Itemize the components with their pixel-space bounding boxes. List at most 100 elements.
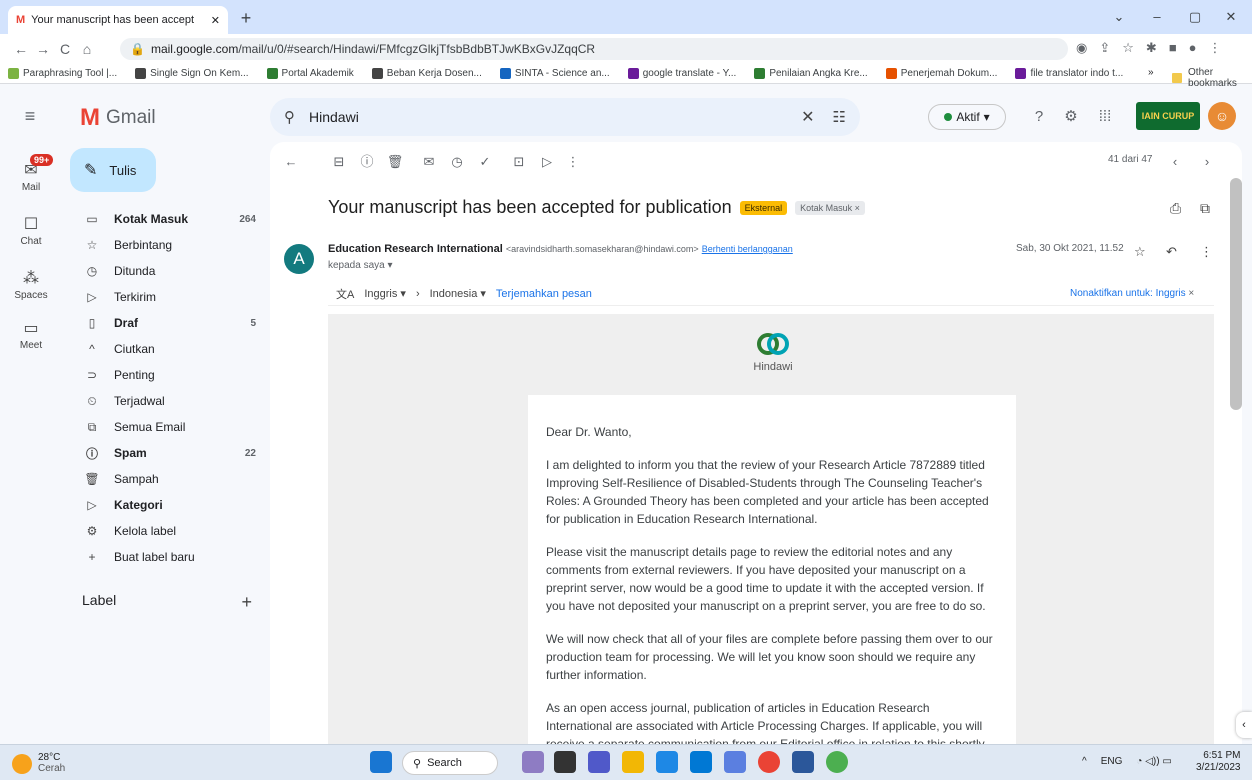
older-icon[interactable]: › <box>1196 152 1218 172</box>
disable-translate-link[interactable]: Nonaktifkan untuk: Inggris × <box>1070 288 1194 299</box>
gmail-logo[interactable]: M Gmail <box>80 104 156 132</box>
rail-mail[interactable]: ✉ Mail <box>0 160 62 193</box>
rail-spaces[interactable]: ⁂ Spaces <box>0 268 62 301</box>
edge-icon[interactable] <box>656 751 678 773</box>
new-tab-button[interactable]: + <box>234 8 258 30</box>
label-icon[interactable]: ▷ <box>536 152 558 172</box>
teams-chat-icon[interactable] <box>588 751 610 773</box>
report-spam-icon[interactable]: ⓘ <box>356 152 378 172</box>
sidebar-item-snoozed[interactable]: ◷ Ditunda <box>70 258 262 284</box>
back-to-list-icon[interactable]: ← <box>280 152 302 172</box>
rail-chat[interactable]: ☐ Chat <box>0 214 62 247</box>
taskbar-search[interactable]: ⚲ Search <box>402 751 498 775</box>
open-new-window-icon[interactable]: ⧉ <box>1200 200 1210 217</box>
sender-name[interactable]: Education Research International <box>328 243 503 255</box>
account-avatar[interactable]: ☺ <box>1208 102 1236 130</box>
search-icon[interactable]: ⚲ <box>284 108 295 126</box>
weather-widget[interactable]: 28°C Cerah <box>38 752 65 774</box>
organization-logo[interactable]: IAIN CURUP <box>1136 102 1200 130</box>
target-language-select[interactable]: Indonesia ▾ <box>430 287 486 300</box>
browser-menu-icon[interactable]: ⋮ <box>1209 40 1222 56</box>
forward-icon[interactable]: → <box>32 41 54 57</box>
share-icon[interactable]: ⇪ <box>1099 40 1110 56</box>
sidebar-item-collapse[interactable]: ^ Ciutkan <box>70 336 262 362</box>
bookmark-item[interactable]: Paraphrasing Tool |... <box>8 68 117 79</box>
reply-icon[interactable]: ↶ <box>1166 244 1177 260</box>
more-bookmarks-button[interactable]: » <box>1148 67 1154 78</box>
close-translate-icon[interactable]: × <box>1188 288 1194 299</box>
add-label-button[interactable]: + <box>241 592 252 613</box>
task-view-icon[interactable] <box>522 751 544 773</box>
sender-avatar[interactable]: A <box>284 244 314 274</box>
file-explorer-icon[interactable] <box>622 751 644 773</box>
settings-gear-icon[interactable]: ⚙ <box>1060 106 1082 128</box>
snooze-icon[interactable]: ◷ <box>446 152 468 172</box>
bookmark-item[interactable]: Penerjemah Dokum... <box>885 68 997 79</box>
sidebar-item-new-label[interactable]: + Buat label baru <box>70 544 262 570</box>
sidebar-item-trash[interactable]: 🗑 Sampah <box>70 466 262 492</box>
tray-overflow-icon[interactable]: ^ <box>1082 756 1087 767</box>
back-icon[interactable]: ← <box>10 41 32 57</box>
inbox-label-chip[interactable]: Kotak Masuk × <box>795 200 865 215</box>
translate-message-link[interactable]: Terjemahkan pesan <box>496 288 592 300</box>
star-icon[interactable]: ☆ <box>1122 40 1134 56</box>
add-task-icon[interactable]: ✓ <box>474 152 496 172</box>
newer-icon[interactable]: ‹ <box>1164 152 1186 172</box>
clear-search-icon[interactable]: ✕ <box>801 107 814 127</box>
recipient-details[interactable]: kepada saya ▾ <box>328 260 393 271</box>
home-icon[interactable]: ⌂ <box>76 41 98 57</box>
maximize-button[interactable]: ▢ <box>1180 6 1210 28</box>
bookmark-item[interactable]: Penilaian Angka Kre... <box>754 68 868 79</box>
search-input[interactable]: Hindawi <box>309 109 801 125</box>
url-field[interactable]: 🔒 mail.google.com/mail/u/0/#search/Hinda… <box>120 38 1068 60</box>
bookmark-item[interactable]: SINTA - Science an... <box>499 68 610 79</box>
help-icon[interactable]: ? <box>1028 106 1050 128</box>
sidebar-item-all-mail[interactable]: ⧉ Semua Email <box>70 414 262 440</box>
sidebar-item-important[interactable]: ⊃ Penting <box>70 362 262 388</box>
extensions-icon[interactable]: ✱ <box>1146 40 1157 56</box>
apps-grid-icon[interactable]: ⁞⁞⁞ <box>1094 106 1116 128</box>
clock[interactable]: 6:51 PM 3/21/2023 <box>1196 750 1241 774</box>
windows-start-icon[interactable] <box>370 751 392 773</box>
sidebar-item-inbox[interactable]: ▭ Kotak Masuk 264 <box>70 206 262 232</box>
more-options-icon[interactable]: ⋮ <box>1200 244 1213 260</box>
bookmark-item[interactable]: Beban Kerja Dosen... <box>371 68 482 79</box>
minimize-button[interactable]: – <box>1142 6 1172 28</box>
close-window-button[interactable]: ✕ <box>1216 6 1246 28</box>
side-panel-toggle[interactable]: ‹ <box>1236 712 1252 738</box>
sidebar-item-manage-labels[interactable]: ⚙ Kelola label <box>70 518 262 544</box>
store-icon[interactable] <box>690 751 712 773</box>
compose-button[interactable]: ✎ Tulis <box>70 148 156 192</box>
reload-icon[interactable]: C <box>54 41 76 57</box>
star-email-icon[interactable]: ☆ <box>1134 244 1146 260</box>
bookmark-item[interactable]: file translator indo t... <box>1015 68 1123 79</box>
move-to-icon[interactable]: ⊡ <box>508 152 530 172</box>
sidebar-item-categories[interactable]: ▷ Kategori <box>70 492 262 518</box>
status-dropdown[interactable]: Aktif ▾ <box>928 104 1006 130</box>
main-menu-icon[interactable]: ≡ <box>18 106 42 126</box>
rail-meet[interactable]: ▭ Meet <box>0 318 62 351</box>
print-icon[interactable]: ⎙ <box>1170 200 1181 217</box>
weather-sun-icon[interactable] <box>12 754 32 774</box>
sidepanel-icon[interactable]: ■ <box>1169 40 1177 56</box>
search-options-icon[interactable]: ☷ <box>833 108 846 126</box>
bookmark-item[interactable]: Single Sign On Kem... <box>135 68 249 79</box>
source-language-select[interactable]: Inggris ▾ <box>364 287 406 300</box>
browser-tab[interactable]: M Your manuscript has been accept ✕ <box>8 6 228 34</box>
search-bar[interactable]: ⚲ Hindawi ✕ ☷ <box>270 98 860 136</box>
chrome-icon[interactable] <box>758 751 780 773</box>
tab-search-icon[interactable]: ⌄ <box>1104 6 1134 28</box>
sidebar-item-spam[interactable]: ⓘ Spam 22 <box>70 440 262 466</box>
more-actions-icon[interactable]: ⋮ <box>562 152 584 172</box>
widgets-icon[interactable] <box>554 751 576 773</box>
sidebar-item-scheduled[interactable]: ⏲ Terjadwal <box>70 388 262 414</box>
word-icon[interactable] <box>792 751 814 773</box>
app-globe-icon[interactable] <box>826 751 848 773</box>
close-tab-icon[interactable]: ✕ <box>211 14 220 27</box>
sidebar-item-sent[interactable]: ▷ Terkirim <box>70 284 262 310</box>
profile-icon[interactable]: ● <box>1189 40 1197 56</box>
language-indicator[interactable]: ENG <box>1101 756 1123 767</box>
app-icon[interactable] <box>724 751 746 773</box>
wifi-volume-battery-icon[interactable]: ◔ ◁)) ▭ <box>1136 756 1171 767</box>
sidebar-item-drafts[interactable]: ▯ Draf 5 <box>70 310 262 336</box>
